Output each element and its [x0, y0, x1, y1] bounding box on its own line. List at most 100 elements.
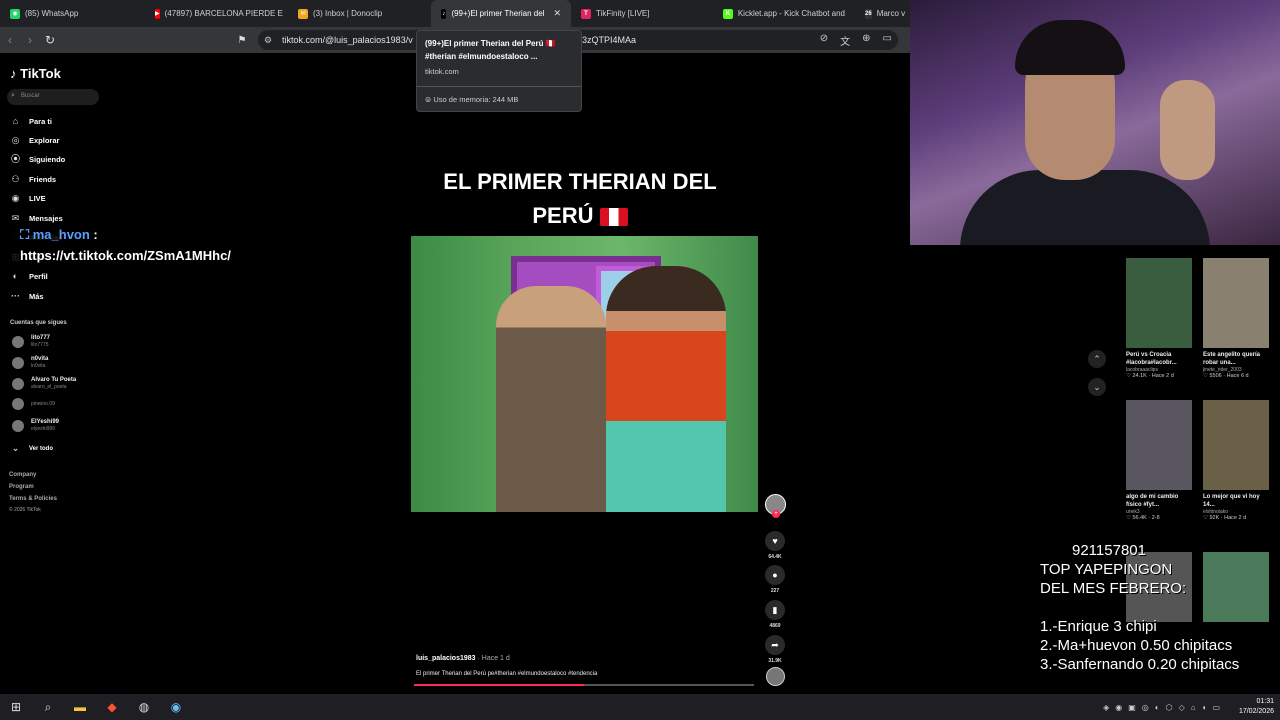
rec-thumbnail[interactable] — [1203, 400, 1269, 490]
following-item[interactable]: ElYeshi99 elyeshi999 — [12, 419, 59, 432]
youtube-icon: ▶ — [155, 8, 160, 19]
yape-line: 3.-Sanfernando 0.20 chipitacs — [1040, 656, 1240, 673]
tab-title: Kicklet.app - Kick Chatbot and — [737, 9, 845, 18]
obs-icon[interactable]: ◍ — [128, 694, 160, 720]
comment-action[interactable]: ● 227 — [764, 565, 786, 594]
video-progress-bar[interactable] — [414, 684, 754, 686]
search-input[interactable]: ⌕ Buscar — [7, 89, 99, 105]
close-icon[interactable]: ✕ — [553, 8, 561, 19]
share-icon[interactable]: ➦ — [765, 635, 785, 655]
share-action[interactable]: ➦ 31.9K — [764, 635, 786, 664]
heart-icon[interactable]: ♥ — [765, 531, 785, 551]
scroll-down-button[interactable]: ⌄ — [1088, 378, 1106, 396]
following-item[interactable]: n0vita ln0vita — [12, 356, 48, 369]
browser-tab[interactable]: ✉ (3) Inbox | Donoclip — [288, 0, 431, 27]
rec-title: Este angelito quería robar una... — [1203, 352, 1261, 366]
sidebar-item-m-s[interactable]: ··· Más — [10, 291, 44, 302]
browser-tab[interactable]: ♪ (99+)El primer Therian del ✕ — [431, 0, 571, 27]
yape-line: TOP YAPEPINGON — [1040, 561, 1173, 578]
tray-icon-2[interactable]: ◉ — [1115, 703, 1122, 712]
sidebar-item-live[interactable]: ◉ LIVE — [10, 193, 46, 204]
tray-icon-1[interactable]: ◈ — [1103, 703, 1109, 712]
live-icon: ◉ — [11, 193, 20, 203]
file-explorer-icon[interactable]: ▬ — [64, 694, 96, 720]
comment-icon[interactable]: ● — [765, 565, 785, 585]
volume-icon[interactable]: ◖ — [1202, 703, 1207, 712]
whatsapp-icon: ◉ — [10, 8, 20, 19]
sidebar-item-label: Perfil — [29, 272, 48, 281]
following-item[interactable]: lito777 lito7775 — [12, 335, 50, 348]
yape-overlay: 921157801 TOP YAPEPINGON DEL MES FEBRERO:… — [1040, 541, 1239, 674]
browser-tab[interactable]: K Kicklet.app - Kick Chatbot and — [713, 0, 855, 27]
following-text: ElYeshi99 elyeshi999 — [31, 419, 59, 432]
video-author[interactable]: luis_palacios1983 · Hace 1 d — [416, 655, 510, 662]
zoom-icon[interactable]: ⊕ — [862, 33, 870, 48]
music-disc-avatar[interactable] — [766, 667, 785, 686]
browser-tab[interactable]: 26 Marco v — [855, 0, 910, 27]
sidebar-item-mensajes[interactable]: ✉ Mensajes — [10, 213, 63, 224]
save-action[interactable]: ▮ 4869 — [764, 600, 786, 629]
network-icon[interactable]: ⌂ — [1191, 703, 1196, 712]
sidebar-item-friends[interactable]: ⚇ Friends — [10, 174, 56, 185]
yape-line: DEL MES FEBRERO: — [1040, 580, 1187, 597]
back-icon[interactable]: ‹ — [0, 33, 20, 47]
translate-icon[interactable]: 文 — [840, 33, 850, 48]
footer-link[interactable]: Terms & Policies — [9, 496, 57, 502]
rec-thumbnail[interactable] — [1126, 258, 1192, 348]
yape-line: 1.-Enrique 3 chipi — [1040, 618, 1157, 635]
tab-title: TikFinity [LIVE] — [596, 9, 650, 18]
clock[interactable]: 01:31 17/02/2026 — [1239, 697, 1274, 717]
marco-icon: 26 — [865, 8, 872, 19]
brave-browser-icon[interactable]: ◆ — [96, 694, 128, 720]
footer-link[interactable]: Company — [9, 472, 36, 478]
search-icon[interactable]: ⌕ — [32, 694, 64, 720]
sidebar-item-perfil[interactable]: ◐ Perfil — [10, 271, 48, 282]
browser-tab[interactable]: T TikFinity [LIVE] — [571, 0, 713, 27]
yape-line: 2.-Ma+huevon 0.50 chipitacs — [1040, 637, 1233, 654]
following-item[interactable]: Alvaro Tu Poeta alvaro_el_poeta — [12, 377, 76, 390]
tray-icon-5[interactable]: ◐ — [1155, 703, 1160, 712]
browser-tab[interactable]: ◉ (85) WhatsApp — [0, 0, 145, 27]
browser-tab[interactable]: ▶ (47897) BARCELONA PIERDE E — [145, 0, 288, 27]
recommendation-card[interactable]: Este angelito quería robar una... jinete_… — [1203, 258, 1269, 379]
follow-plus-icon[interactable]: + — [772, 510, 780, 518]
tray-icon-6[interactable]: ⬡ — [1166, 703, 1173, 712]
tray-icon-4[interactable]: ◎ — [1142, 703, 1149, 712]
sidebar-item-para-ti[interactable]: ⌂ Para ti — [10, 116, 52, 127]
rec-thumbnail[interactable] — [1126, 400, 1192, 490]
rec-meta: ♡ 56.4K · 2-8 — [1126, 515, 1192, 521]
avatar — [12, 398, 24, 410]
see-all-link[interactable]: ⌄ Ver todo — [10, 443, 53, 454]
sidebar-item-siguiendo[interactable]: ⦿ Siguiendo — [10, 154, 65, 165]
bookmark-save-icon[interactable]: ▮ — [765, 600, 785, 620]
forward-icon[interactable]: › — [20, 33, 40, 47]
windows-start-icon[interactable]: ⊞ — [0, 694, 32, 720]
sidebar-item-label: LIVE — [29, 194, 46, 203]
tiktok-icon: ♪ — [441, 8, 447, 19]
recommendation-card[interactable]: algo de mi cambio físico #fyt... uriek3 ♡ … — [1126, 400, 1192, 521]
following-text: Alvaro Tu Poeta alvaro_el_poeta — [31, 377, 76, 390]
creator-avatar[interactable]: + — [765, 494, 786, 518]
reload-icon[interactable]: ↻ — [40, 33, 60, 47]
tray-icon-7[interactable]: ◇ — [1179, 703, 1185, 712]
following-name: Alvaro Tu Poeta — [31, 377, 77, 383]
like-action[interactable]: ♥ 64.4K — [764, 531, 786, 560]
cast-icon[interactable]: ▭ — [883, 33, 892, 48]
site-info-icon[interactable]: ⚙ — [264, 35, 272, 46]
kicklet-icon: K — [723, 8, 733, 19]
footer-link[interactable]: Program — [9, 484, 34, 490]
following-item[interactable]: pinwino.09 — [12, 398, 55, 410]
tiktok-logo[interactable]: ♪ TikTok — [10, 66, 61, 81]
steam-icon[interactable]: ◉ — [160, 694, 192, 720]
rec-thumbnail[interactable] — [1203, 258, 1269, 348]
battery-icon[interactable]: ▭ — [1212, 703, 1220, 712]
recommendation-card[interactable]: Lo mejor que vi hoy 14... elshinolako ♡ 92… — [1203, 400, 1269, 521]
tray-icon-3[interactable]: ▣ — [1128, 703, 1136, 712]
recommendation-card[interactable]: Perú vs Croacia #lacobra#lacobr... lacobr… — [1126, 258, 1192, 379]
video-frame[interactable] — [411, 236, 758, 512]
sidebar-item-explorar[interactable]: ◎ Explorar — [10, 135, 60, 146]
chevron-down-icon: ⌄ — [11, 443, 20, 453]
bookmark-icon[interactable]: ⚑ — [232, 35, 252, 46]
scroll-up-button[interactable]: ⌃ — [1088, 350, 1106, 368]
mute-icon[interactable]: ⊘ — [820, 33, 828, 48]
